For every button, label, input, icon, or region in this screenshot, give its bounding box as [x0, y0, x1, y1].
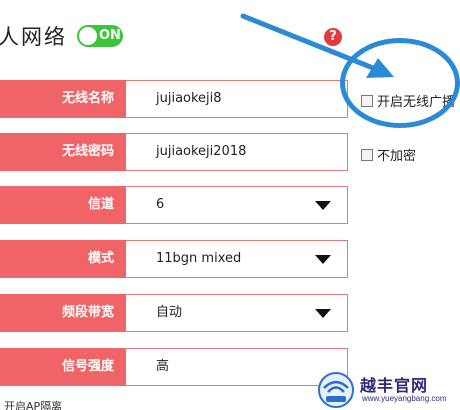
watermark-title: 越丰官网	[360, 376, 429, 395]
router-logo-icon	[318, 372, 354, 408]
ap-isolation-label: 开启AP隔离	[4, 400, 63, 410]
watermark-url: www.yueyangbang.com	[362, 394, 447, 403]
annotation-arrow-icon	[240, 13, 394, 78]
watermark: 越丰官网 www.yueyangbang.com	[316, 366, 460, 410]
